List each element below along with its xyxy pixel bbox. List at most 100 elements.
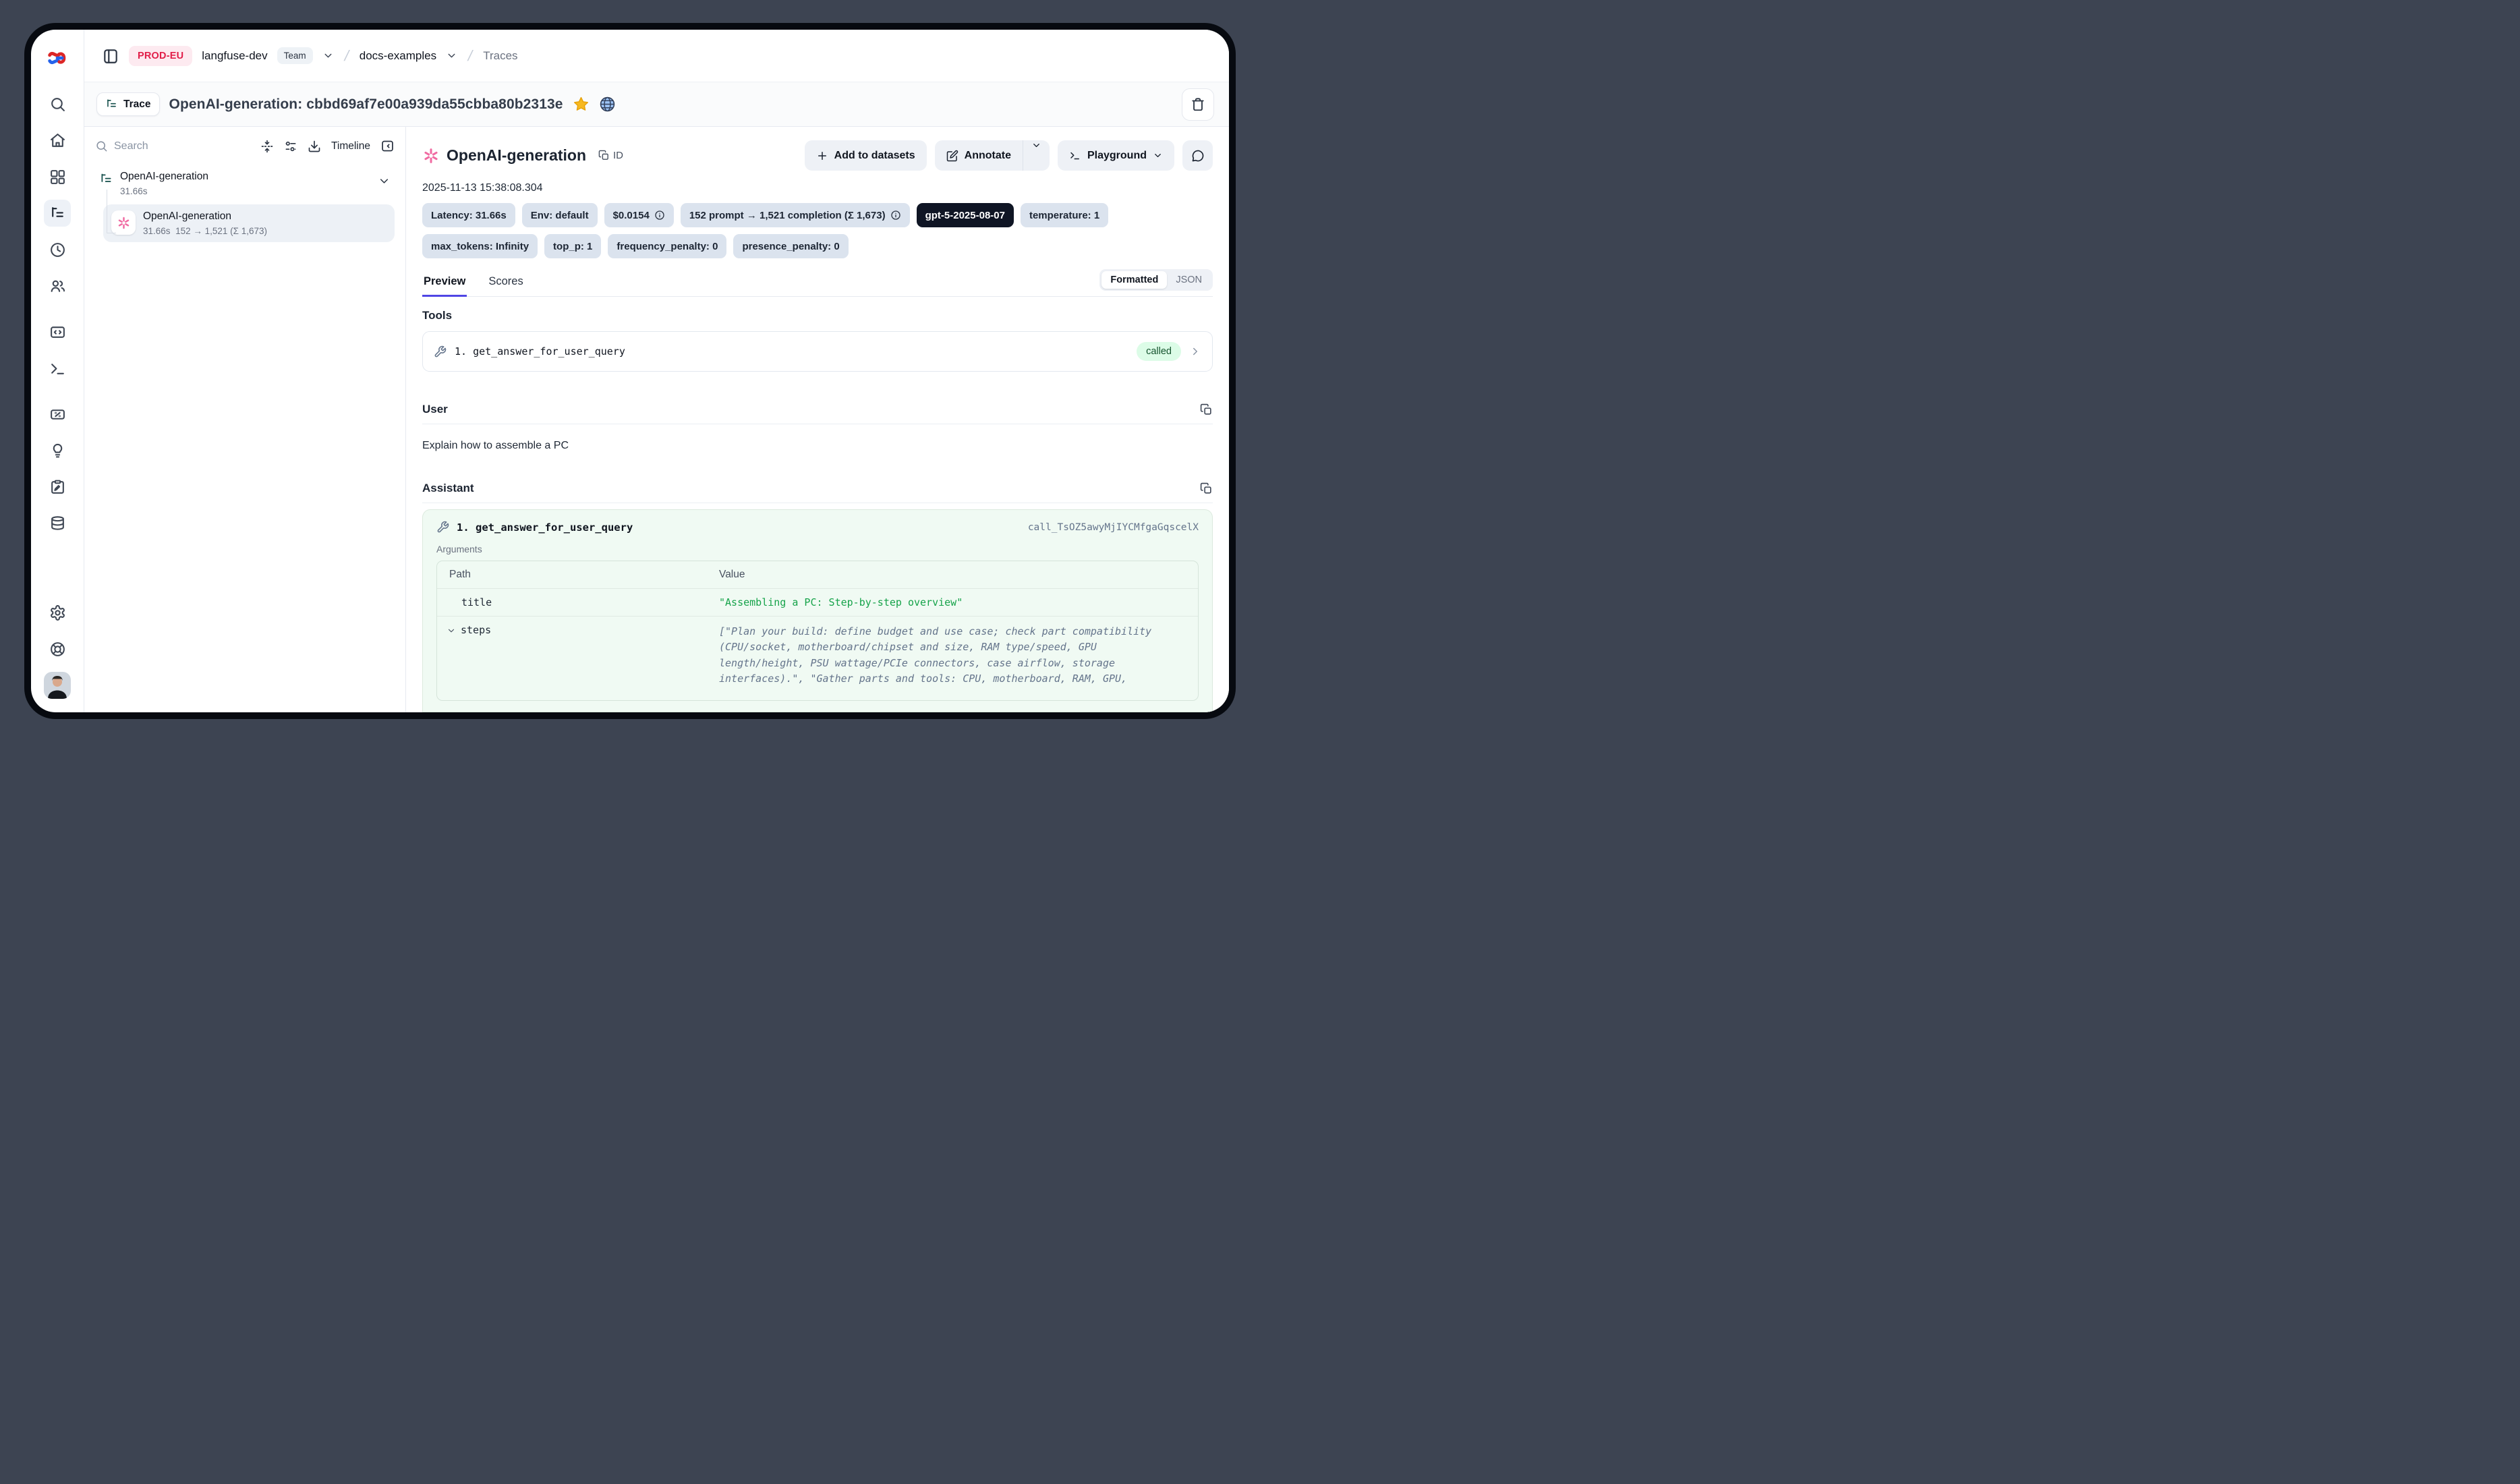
judge-lightbulb-icon[interactable] bbox=[44, 437, 71, 464]
org-plan-badge: Team bbox=[277, 47, 313, 64]
annotate-split-button: Annotate bbox=[935, 140, 1050, 171]
copy-id-chip[interactable]: ID bbox=[598, 150, 623, 161]
observation-detail-panel: OpenAI-generation ID Add to datasets bbox=[406, 127, 1229, 712]
tool-call-name: 1. get_answer_for_user_query bbox=[457, 521, 633, 534]
plus-icon bbox=[816, 150, 828, 162]
bookmark-star-icon[interactable] bbox=[573, 96, 590, 113]
nav-rail bbox=[31, 30, 84, 712]
arg-value-steps: ["Plan your build: define budget and use… bbox=[707, 617, 1198, 694]
support-lifebuoy-icon[interactable] bbox=[44, 635, 71, 662]
evals-icon[interactable] bbox=[44, 401, 71, 428]
annotate-button[interactable]: Annotate bbox=[935, 140, 1023, 171]
breadcrumb-separator: / bbox=[341, 47, 352, 65]
tree-node-generation-selected[interactable]: OpenAI-generation 31.66s 152 → 1,521 (Σ … bbox=[103, 204, 395, 242]
download-icon[interactable] bbox=[308, 140, 321, 153]
tree-settings-sliders-icon[interactable] bbox=[284, 140, 297, 153]
chevron-down-icon[interactable] bbox=[378, 175, 391, 188]
arg-path-steps[interactable]: steps bbox=[437, 617, 707, 694]
observation-tree-panel: Search Timeline OpenAI-generation bbox=[84, 127, 406, 712]
format-formatted-option[interactable]: Formatted bbox=[1101, 271, 1167, 289]
tab-preview[interactable]: Preview bbox=[422, 270, 467, 296]
comments-button[interactable] bbox=[1182, 140, 1213, 171]
detail-tabs: Preview Scores Formatted JSON bbox=[422, 269, 1213, 297]
tab-scores[interactable]: Scores bbox=[487, 270, 524, 296]
content-row: Search Timeline OpenAI-generation bbox=[84, 127, 1229, 712]
observation-title: OpenAI-generation bbox=[447, 146, 586, 165]
project-name[interactable]: docs-examples bbox=[360, 49, 436, 63]
tree-node-label: OpenAI-generation bbox=[143, 210, 267, 223]
tool-call-id: call_TsOZ5awyMjIYCMfgaGqscelX bbox=[1028, 522, 1199, 533]
openai-generation-icon bbox=[422, 147, 440, 165]
tool-called-badge: called bbox=[1137, 342, 1181, 361]
annotation-clipboard-icon[interactable] bbox=[44, 474, 71, 501]
column-path: Path bbox=[437, 561, 707, 588]
user-avatar[interactable] bbox=[44, 672, 71, 699]
tree-panel-header: Search Timeline bbox=[95, 139, 395, 153]
dashboards-icon[interactable] bbox=[44, 163, 71, 190]
delete-trace-button[interactable] bbox=[1182, 88, 1214, 121]
user-heading: User bbox=[422, 403, 448, 416]
breadcrumb-separator: / bbox=[465, 47, 476, 65]
users-icon[interactable] bbox=[44, 273, 71, 299]
panel-collapse-icon[interactable] bbox=[380, 139, 395, 153]
tracing-icon[interactable] bbox=[44, 200, 71, 227]
table-row: steps ["Plan your build: define budget a… bbox=[437, 616, 1198, 694]
arg-value-title: "Assembling a PC: Step-by-step overview" bbox=[707, 589, 1198, 616]
format-toggle: Formatted JSON bbox=[1099, 269, 1213, 291]
info-icon bbox=[654, 210, 665, 221]
arguments-label: Arguments bbox=[436, 544, 1199, 554]
org-switcher-chevron-icon[interactable] bbox=[322, 50, 334, 61]
arg-path-title: title bbox=[437, 589, 707, 616]
tools-heading: Tools bbox=[422, 309, 1213, 322]
public-globe-icon[interactable] bbox=[599, 96, 616, 113]
format-json-option[interactable]: JSON bbox=[1167, 271, 1211, 289]
comment-bubble-icon bbox=[1191, 149, 1205, 163]
annotate-pencil-icon bbox=[946, 150, 958, 162]
search-input[interactable]: Search bbox=[95, 140, 250, 152]
annotate-dropdown-chevron-icon[interactable] bbox=[1023, 140, 1050, 171]
copy-icon[interactable] bbox=[1200, 403, 1213, 416]
info-icon bbox=[890, 210, 901, 221]
collapse-all-icon[interactable] bbox=[260, 140, 274, 153]
langfuse-logo[interactable] bbox=[44, 45, 71, 72]
chevron-right-icon[interactable] bbox=[1189, 345, 1201, 358]
detail-header: OpenAI-generation ID Add to datasets bbox=[422, 140, 1213, 171]
sessions-clock-icon[interactable] bbox=[44, 236, 71, 263]
model-badge[interactable]: gpt-5-2025-08-07 bbox=[917, 203, 1014, 227]
org-name[interactable]: langfuse-dev bbox=[202, 49, 267, 63]
playground-terminal-icon[interactable] bbox=[44, 355, 71, 382]
breadcrumb-section[interactable]: Traces bbox=[483, 49, 517, 63]
temperature-badge: temperature: 1 bbox=[1021, 203, 1108, 227]
tool-definition-row[interactable]: 1. get_answer_for_user_query called bbox=[422, 331, 1213, 372]
chevron-down-icon bbox=[447, 626, 456, 635]
table-row: title "Assembling a PC: Step-by-step ove… bbox=[437, 588, 1198, 616]
max-tokens-badge: max_tokens: Infinity bbox=[422, 234, 538, 258]
sidebar-toggle-icon[interactable] bbox=[102, 47, 119, 65]
add-to-datasets-button[interactable]: Add to datasets bbox=[805, 140, 927, 171]
home-icon[interactable] bbox=[44, 127, 71, 154]
trace-type-pill: Trace bbox=[96, 92, 160, 116]
terminal-icon bbox=[1069, 150, 1081, 162]
tool-call-header: 1. get_answer_for_user_query call_TsOZ5a… bbox=[436, 521, 1199, 534]
playground-button[interactable]: Playground bbox=[1058, 140, 1174, 171]
settings-gear-icon[interactable] bbox=[44, 599, 71, 626]
datasets-database-icon[interactable] bbox=[44, 510, 71, 537]
top-navbar: PROD-EU langfuse-dev Team / docs-example… bbox=[84, 30, 1229, 82]
params-badges-row: max_tokens: Infinity top_p: 1 frequency_… bbox=[422, 234, 1213, 258]
copy-icon[interactable] bbox=[1200, 482, 1213, 495]
observation-timestamp: 2025-11-13 15:38:08.304 bbox=[422, 182, 1213, 194]
copy-icon bbox=[598, 150, 610, 161]
wrench-icon bbox=[436, 521, 449, 534]
id-label: ID bbox=[613, 150, 623, 161]
tree-node-trace[interactable]: OpenAI-generation 31.66s bbox=[95, 169, 395, 198]
detail-actions: Add to datasets Annotate bbox=[805, 140, 1213, 171]
cost-badge: $0.0154 bbox=[604, 203, 674, 227]
wrench-icon bbox=[434, 345, 447, 358]
user-section-header: User bbox=[422, 403, 1213, 416]
project-switcher-chevron-icon[interactable] bbox=[446, 50, 457, 61]
prompts-icon[interactable] bbox=[44, 318, 71, 345]
tree-node-label: OpenAI-generation bbox=[120, 171, 208, 183]
search-icon[interactable] bbox=[44, 90, 71, 117]
trace-type-label: Trace bbox=[123, 98, 151, 111]
timeline-toggle[interactable]: Timeline bbox=[331, 140, 370, 152]
